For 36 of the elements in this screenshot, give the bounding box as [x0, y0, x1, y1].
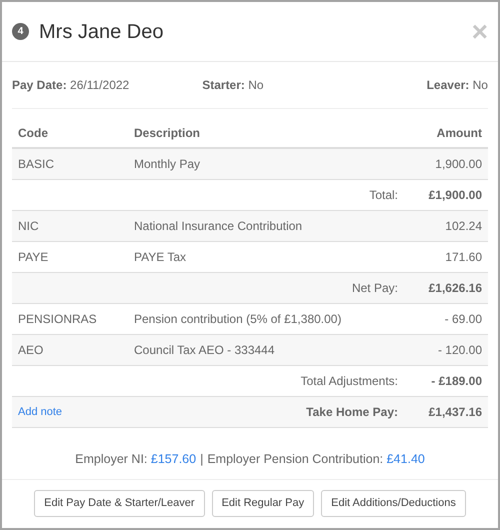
- description-cell-text: PAYE Tax: [134, 249, 188, 266]
- code-cell-text: AEO: [17, 342, 44, 359]
- info-field: Starter: No: [202, 76, 264, 94]
- column-header: Amount: [436, 124, 483, 142]
- take-home-amount: £1,437.16: [428, 404, 483, 421]
- amount-cell-text: 171.60: [444, 249, 483, 266]
- code-cell-text: NIC: [17, 218, 40, 235]
- summary-amount: £1,626.16: [428, 280, 483, 297]
- count-badge: 4: [12, 23, 29, 40]
- description-cell-text: National Insurance Contribution: [134, 218, 304, 235]
- summary-label: Total Adjustments:: [300, 373, 398, 390]
- description-cell-text: Pension contribution (5% of £1,380.00): [134, 311, 342, 328]
- amount-cell-text: - 120.00: [436, 342, 483, 359]
- info-field: Leaver: No: [426, 76, 488, 94]
- add-note-link[interactable]: Add note: [12, 404, 68, 420]
- column-header: Description: [134, 124, 202, 142]
- employer-costs: Employer NI: £157.60 | Employer Pension Contribution: £41.40: [2, 440, 498, 480]
- code-cell-text: BASIC: [17, 156, 56, 173]
- edit-button[interactable]: Edit Additions/Deductions: [321, 490, 466, 517]
- amount-cell-text: 1,900.00: [434, 156, 483, 173]
- dialog-title: Mrs Jane Deo: [39, 20, 164, 44]
- description-cell-text: Council Tax AEO - 333444: [134, 342, 276, 359]
- description-cell-text: Monthly Pay: [134, 156, 202, 173]
- summary-amount: - £189.00: [430, 373, 483, 390]
- info-field: Pay Date: 26/11/2022: [12, 76, 130, 94]
- code-cell-text: PENSIONRAS: [17, 311, 98, 328]
- edit-button[interactable]: Edit Regular Pay: [212, 490, 314, 517]
- code-cell-text: PAYE: [17, 249, 50, 266]
- summary-amount: £1,900.00: [428, 187, 483, 204]
- summary-label: Net Pay:: [352, 280, 398, 297]
- amount-cell-text: 102.24: [444, 218, 483, 235]
- edit-button[interactable]: Edit Pay Date & Starter/Leaver: [34, 490, 205, 517]
- take-home-label: Take Home Pay:: [306, 404, 398, 421]
- amount-cell-text: - 69.00: [444, 311, 483, 328]
- summary-label: Total:: [369, 187, 398, 204]
- column-header: Code: [17, 124, 49, 142]
